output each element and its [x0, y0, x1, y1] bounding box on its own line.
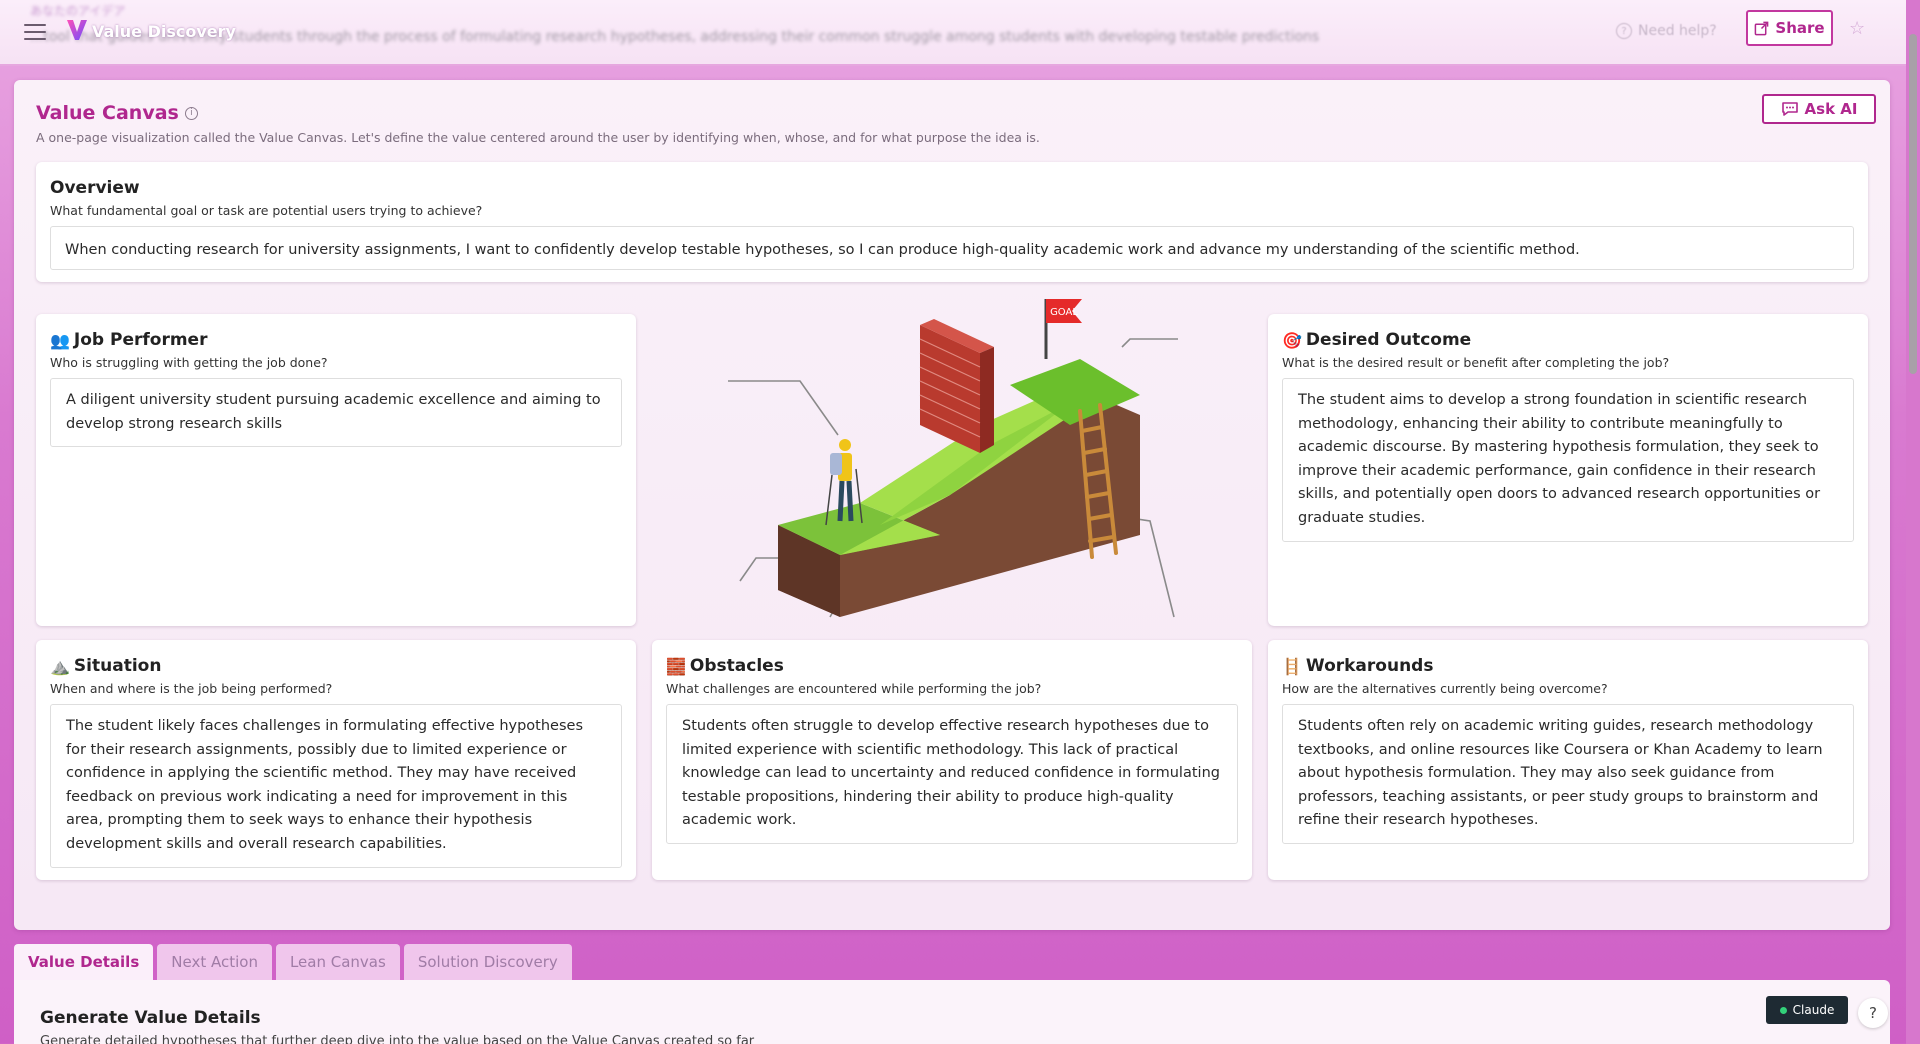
ask-ai-label: Ask AI [1804, 100, 1858, 118]
obstacles-card: 🧱 Obstacles What challenges are encounte… [652, 640, 1252, 880]
scrollbar-thumb[interactable] [1909, 34, 1917, 374]
info-icon[interactable]: i [184, 106, 198, 120]
share-icon [1755, 21, 1769, 35]
tab-solution-discovery[interactable]: Solution Discovery [403, 944, 572, 980]
obstacles-question: What challenges are encountered while pe… [666, 681, 1042, 696]
model-name: Claude [1792, 1003, 1835, 1017]
situation-answer[interactable]: The student likely faces challenges in f… [50, 704, 622, 868]
desired-outcome-title: Desired Outcome [1305, 330, 1472, 350]
app-title[interactable]: Value Discovery [92, 22, 236, 41]
need-help-link[interactable]: ? Need help? [1616, 18, 1717, 44]
hamburger-menu-icon[interactable] [24, 24, 46, 42]
detail-tabs: Value Details Next Action Lean Canvas So… [14, 944, 572, 980]
mountain-icon: ⛰️ [50, 656, 70, 676]
obstacles-answer[interactable]: Students often struggle to develop effec… [666, 704, 1238, 844]
obstacles-title: Obstacles [689, 656, 784, 676]
share-label: Share [1775, 19, 1825, 37]
value-details-panel: Generate Value Details Generate detailed… [14, 980, 1890, 1044]
workarounds-title: Workarounds [1305, 656, 1434, 676]
tab-next-action[interactable]: Next Action [157, 944, 272, 980]
ladder-icon: 🪜 [1282, 656, 1302, 676]
job-performer-question: Who is struggling with getting the job d… [50, 355, 328, 370]
job-performer-title-row: 👥 Job Performer [50, 330, 207, 350]
need-help-label: Need help? [1638, 23, 1717, 39]
situation-question: When and where is the job being performe… [50, 681, 333, 696]
job-performer-answer[interactable]: A diligent university student pursuing a… [50, 378, 622, 448]
workarounds-title-row: 🪜 Workarounds [1282, 656, 1433, 676]
generate-value-details-subtitle: Generate detailed hypotheses that furthe… [40, 1034, 755, 1044]
desired-outcome-question: What is the desired result or benefit af… [1282, 355, 1670, 370]
share-button[interactable]: Share [1746, 10, 1833, 46]
overview-question: What fundamental goal or task are potent… [50, 203, 483, 218]
help-button[interactable]: ? [1858, 998, 1888, 1028]
model-selector-badge[interactable]: Claude [1766, 996, 1848, 1024]
canvas-title-row: Value Canvas i [36, 102, 198, 124]
situation-title-row: ⛰️ Situation [50, 656, 161, 676]
obstacles-title-row: 🧱 Obstacles [666, 656, 784, 676]
status-dot-icon [1779, 1006, 1787, 1014]
generate-value-details-title: Generate Value Details [40, 1008, 261, 1028]
overview-title: Overview [50, 178, 140, 198]
canvas-description: A one-page visualization called the Valu… [36, 130, 1040, 145]
tab-value-details[interactable]: Value Details [14, 944, 154, 980]
top-header: あなたのアイデア ...tool that guides university … [0, 0, 1920, 66]
chat-bubble-icon [1781, 102, 1798, 116]
desired-outcome-title-row: 🎯 Desired Outcome [1282, 330, 1471, 350]
ask-ai-button[interactable]: Ask AI [1762, 94, 1876, 124]
workarounds-question: How are the alternatives currently being… [1282, 681, 1608, 696]
question-circle-icon: ? [1616, 23, 1632, 39]
canvas-title: Value Canvas [36, 102, 179, 124]
brick-icon: 🧱 [666, 656, 686, 676]
job-performer-title: Job Performer [73, 330, 208, 350]
workarounds-answer[interactable]: Students often rely on academic writing … [1282, 704, 1854, 844]
page-scrollbar[interactable] [1906, 0, 1920, 1044]
goal-flag-label: GOAL [1050, 307, 1078, 318]
value-discovery-logo-icon[interactable] [66, 18, 88, 42]
people-icon: 👥 [50, 330, 70, 350]
job-performer-card: 👥 Job Performer Who is struggling with g… [36, 314, 636, 626]
workarounds-card: 🪜 Workarounds How are the alternatives c… [1268, 640, 1868, 880]
blurred-japanese-title: あなたのアイデア [30, 4, 126, 18]
blurred-idea-summary: あなたのアイデア ...tool that guides university … [30, 2, 1470, 52]
target-icon: 🎯 [1282, 330, 1302, 350]
situation-card: ⛰️ Situation When and where is the job b… [36, 640, 636, 880]
desired-outcome-answer[interactable]: The student aims to develop a strong fou… [1282, 378, 1854, 542]
desired-outcome-card: 🎯 Desired Outcome What is the desired re… [1268, 314, 1868, 626]
star-favorite-icon[interactable]: ☆ [1849, 18, 1869, 39]
tab-lean-canvas[interactable]: Lean Canvas [275, 944, 400, 980]
value-canvas-illustration: GOAL [728, 299, 1178, 618]
situation-title: Situation [73, 656, 162, 676]
